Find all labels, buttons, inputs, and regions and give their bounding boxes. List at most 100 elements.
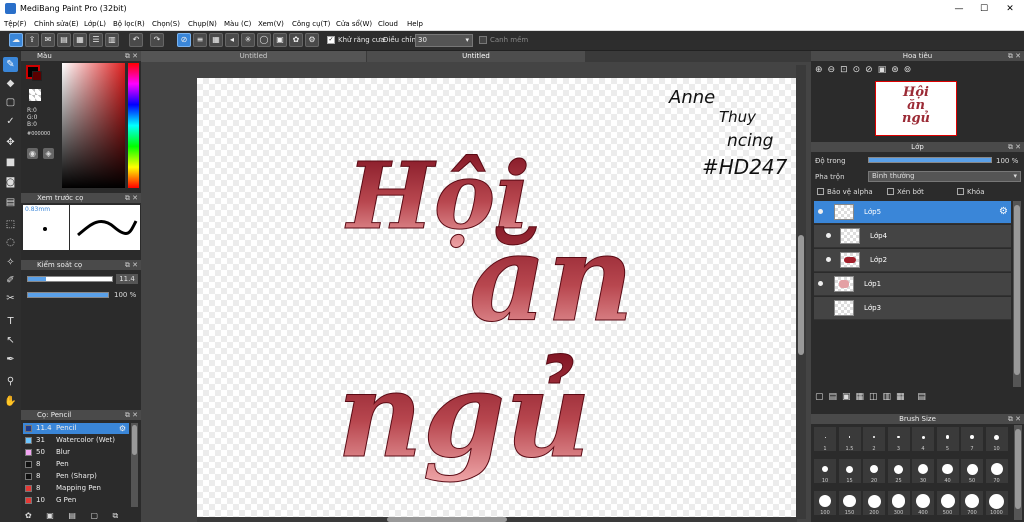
eyedropper-tool-icon[interactable]: ⚲ <box>3 374 18 389</box>
clipping-checkbox[interactable] <box>887 188 894 195</box>
cross-snap-icon[interactable]: ▦ <box>209 33 223 47</box>
menu-color[interactable]: Màu (C) <box>224 20 251 28</box>
brush-item-pen-sharp[interactable]: 8 Pen (Sharp) <box>23 471 129 482</box>
navigator-zoom-controls[interactable]: ⊕⊖⊡⊙⊘▣⊛⊚ <box>815 65 916 75</box>
redo-icon[interactable]: ↷ <box>150 33 164 47</box>
eye-icon[interactable] <box>826 233 831 238</box>
move-tool-icon[interactable]: ✥ <box>3 135 18 150</box>
list-icon[interactable]: ☰ <box>89 33 103 47</box>
brush-size-cell[interactable]: 7 <box>961 427 983 452</box>
brush-size-cell[interactable]: 15 <box>838 459 861 484</box>
undo-icon[interactable]: ↶ <box>129 33 143 47</box>
brush-size-cell[interactable]: 5 <box>936 427 959 452</box>
menu-snap[interactable]: Chụp(N) <box>188 20 217 28</box>
brush-size-cell[interactable]: 2 <box>863 427 885 452</box>
menu-layer[interactable]: Lớp(L) <box>84 20 106 28</box>
drawing-canvas[interactable]: Hội ăn ngủ Anne Thuy ncing #HD247 <box>197 78 797 518</box>
menu-window[interactable]: Cửa sổ(W) <box>336 20 372 28</box>
menu-help[interactable]: Help <box>407 20 423 28</box>
magic-wand-tool-icon[interactable]: ✧ <box>3 255 18 270</box>
eraser-tool-icon[interactable]: ◆ <box>3 76 18 91</box>
brush-size-cell[interactable]: 700 <box>961 491 983 516</box>
brush-size-cell[interactable]: 50 <box>961 459 983 484</box>
brush-size-cell[interactable]: 40 <box>936 459 959 484</box>
curve-snap-icon[interactable]: ▣ <box>273 33 287 47</box>
brush-size-value[interactable]: 11.4 <box>116 274 138 284</box>
dot-tool-icon[interactable]: ✓ <box>3 114 18 129</box>
brush-size-cell[interactable]: 10 <box>985 427 1008 452</box>
brush-size-cell[interactable]: 20 <box>863 459 885 484</box>
vanishing-snap-icon[interactable]: ◂ <box>225 33 239 47</box>
eye-icon[interactable] <box>826 257 831 262</box>
brush-item-pen[interactable]: 8 Pen <box>23 459 129 470</box>
adjust-select[interactable]: 30 ▾ <box>415 34 473 47</box>
background-color-swatch[interactable] <box>32 71 42 81</box>
fill-rect-tool-icon[interactable]: ■ <box>3 155 18 170</box>
brush-size-cell[interactable]: 1.5 <box>838 427 861 452</box>
parallel-snap-icon[interactable]: ≡ <box>193 33 207 47</box>
menu-cloud[interactable]: Cloud <box>378 20 398 28</box>
gear-icon[interactable]: ⚙ <box>119 423 126 434</box>
operation-tool-icon[interactable]: ↖ <box>3 333 18 348</box>
select-pen-tool-icon[interactable]: ✐ <box>3 273 18 288</box>
brush-size-cell[interactable]: 400 <box>912 491 934 516</box>
brush-item-pencil[interactable]: 11.4 Pencil ⚙ <box>23 423 129 434</box>
grid-icon[interactable]: ▦ <box>73 33 87 47</box>
brush-size-cell[interactable]: 30 <box>912 459 934 484</box>
lock-checkbox[interactable] <box>957 188 964 195</box>
menu-tools[interactable]: Công cụ(T) <box>292 20 330 28</box>
brush-size-scrollbar[interactable] <box>1014 425 1022 520</box>
brush-item-watercolor[interactable]: 31 Watercolor (Wet) <box>23 435 129 446</box>
panel-controls-icon[interactable]: ⧉ ✕ <box>125 193 138 203</box>
panel-controls-icon[interactable]: ⧉ ✕ <box>125 51 138 61</box>
bucket-tool-icon[interactable]: ◙ <box>3 175 18 190</box>
navigator-preview[interactable]: Hội ăn ngủ <box>875 81 957 136</box>
panel-controls-icon[interactable]: ⧉ ✕ <box>1008 142 1021 152</box>
comment-icon[interactable]: ✉ <box>41 33 55 47</box>
layer-opacity-slider[interactable] <box>868 157 992 163</box>
brush-size-cell[interactable]: 1000 <box>985 491 1008 516</box>
settings-snap-icon[interactable]: ⚙ <box>305 33 319 47</box>
circle-snap-icon[interactable]: ◯ <box>257 33 271 47</box>
tab-untitled-1[interactable]: Untitled <box>141 51 366 62</box>
menu-edit[interactable]: Chỉnh sửa(E) <box>34 20 79 28</box>
select-eraser-tool-icon[interactable]: ✂ <box>3 291 18 306</box>
brush-tool-icon[interactable]: ✎ <box>3 57 18 72</box>
hue-slider[interactable] <box>128 63 139 188</box>
brush-size-cell[interactable]: 150 <box>838 491 861 516</box>
perspective-snap-icon[interactable]: ✿ <box>289 33 303 47</box>
brush-list-actions[interactable]: ✿ ▣ ▤ ▢ ⧉ <box>25 511 135 522</box>
brush-size-cell[interactable]: 1 <box>814 427 836 452</box>
palette-icon[interactable]: ◉ <box>27 148 38 159</box>
brush-size-cell[interactable]: 25 <box>887 459 910 484</box>
menu-view[interactable]: Xem(V) <box>258 20 284 28</box>
brush-size-slider[interactable] <box>27 276 113 282</box>
brush-size-cell[interactable]: 70 <box>985 459 1008 484</box>
select-tool-icon[interactable]: ⬚ <box>3 217 18 232</box>
menu-filter[interactable]: Bộ lọc(R) <box>113 20 145 28</box>
layer-list-scrollbar[interactable] <box>1013 201 1021 387</box>
gradient-tool-icon[interactable]: ▤ <box>3 195 18 210</box>
brush-item-g-pen[interactable]: 10 G Pen <box>23 495 129 506</box>
share-icon[interactable]: ⇪ <box>25 33 39 47</box>
brush-list-scrollbar[interactable] <box>131 423 138 507</box>
layer-row[interactable]: Lớp5 ⚙ <box>814 201 1011 224</box>
brush-size-cell[interactable]: 200 <box>863 491 885 516</box>
maximize-button[interactable]: ☐ <box>977 2 991 16</box>
text-tool-icon[interactable]: T <box>3 314 18 329</box>
layer-row[interactable]: Lớp2 <box>814 249 1011 272</box>
transparent-color-swatch[interactable] <box>29 89 41 101</box>
edge-checkbox[interactable] <box>479 36 487 44</box>
close-button[interactable]: ✕ <box>1003 2 1017 16</box>
canvas-horizontal-scrollbar[interactable] <box>197 517 797 522</box>
tab-untitled-2[interactable]: Untitled <box>367 51 585 62</box>
gear-icon[interactable]: ⚙ <box>999 206 1008 217</box>
layer-actions[interactable]: ▢▤▣▦◫▥▦ ▤ <box>815 392 931 402</box>
color-saturation-picker[interactable] <box>62 63 125 188</box>
menu-select[interactable]: Chọn(S) <box>152 20 180 28</box>
message-icon[interactable]: ▤ <box>57 33 71 47</box>
panel-controls-icon[interactable]: ⧉ ✕ <box>1008 414 1021 424</box>
color-picker-icon[interactable]: ◈ <box>43 148 54 159</box>
panel-icon[interactable]: ▥ <box>105 33 119 47</box>
cloud-save-icon[interactable]: ☁ <box>9 33 23 47</box>
